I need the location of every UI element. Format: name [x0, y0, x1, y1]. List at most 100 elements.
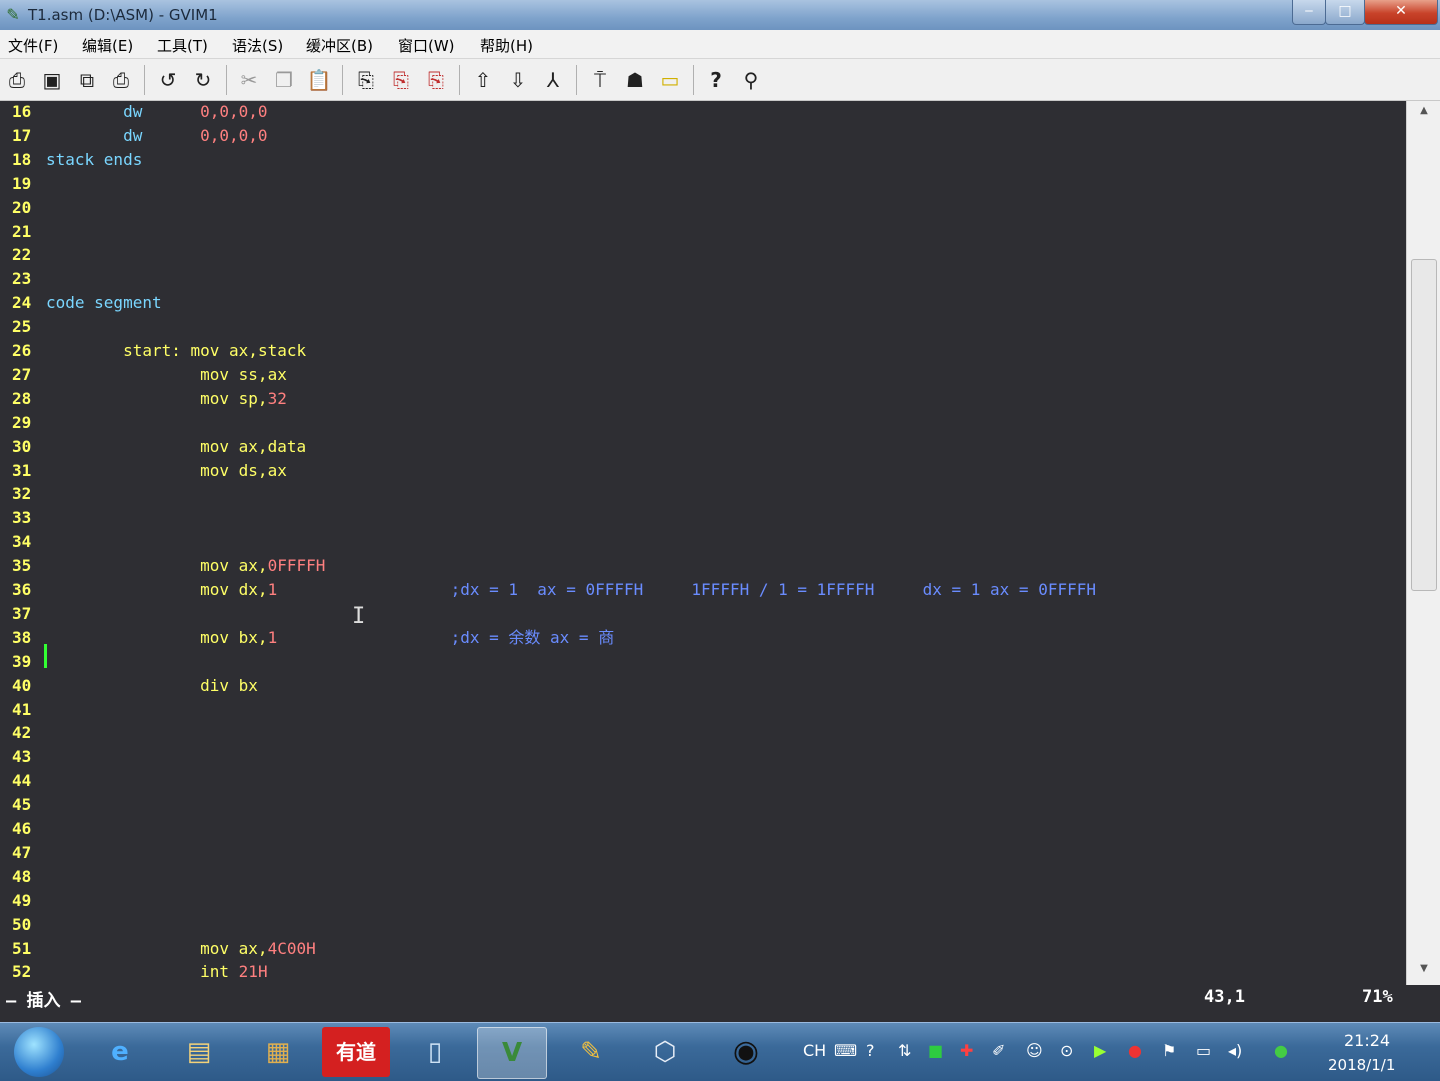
print-icon[interactable]: ⎙: [108, 67, 134, 93]
menu-tools[interactable]: 工具(T): [157, 35, 208, 56]
code-line[interactable]: 38 mov bx,1 ;dx = 余数 ax = 商: [0, 627, 1400, 651]
close-button[interactable]: ✕: [1364, 0, 1438, 25]
code-line[interactable]: 25: [0, 316, 1400, 340]
menu-edit[interactable]: 编辑(E): [82, 35, 133, 56]
vertical-scrollbar[interactable]: ▲ ▼: [1406, 101, 1440, 985]
redo-icon[interactable]: ↻: [190, 67, 216, 93]
code-line[interactable]: 28 mov sp,32: [0, 388, 1400, 412]
shell-icon[interactable]: ☗: [622, 67, 648, 93]
scroll-up-arrow-icon[interactable]: ▲: [1416, 105, 1432, 121]
play-tray-icon[interactable]: ▶: [1094, 1041, 1106, 1060]
code-line[interactable]: 37: [0, 603, 1400, 627]
code-text: mov sp,32: [46, 388, 287, 410]
gvim-icon[interactable]: V: [477, 1027, 547, 1079]
find-help-icon[interactable]: ⚲: [738, 67, 764, 93]
code-line[interactable]: 51 mov ax,4C00H: [0, 938, 1400, 962]
code-line[interactable]: 44: [0, 770, 1400, 794]
obs-icon[interactable]: ◉: [712, 1027, 780, 1077]
code-line[interactable]: 27 mov ss,ax: [0, 364, 1400, 388]
paste-icon[interactable]: 📋: [306, 67, 332, 93]
cut-icon[interactable]: ✂: [236, 67, 262, 93]
ctags-icon[interactable]: ▭: [657, 67, 683, 93]
language-indicator[interactable]: CH: [803, 1041, 826, 1060]
find-prev-icon[interactable]: ⎘: [423, 67, 449, 93]
update-tray-icon[interactable]: ⊙: [1060, 1041, 1073, 1060]
help-icon[interactable]: ?: [703, 67, 729, 93]
code-line[interactable]: 46: [0, 818, 1400, 842]
code-line[interactable]: 41: [0, 699, 1400, 723]
find-next-icon[interactable]: ⎘: [388, 67, 414, 93]
green-tray-icon[interactable]: ■: [928, 1041, 943, 1060]
menu-help[interactable]: 帮助(H): [480, 35, 533, 56]
code-line[interactable]: 24 code segment: [0, 292, 1400, 316]
code-line[interactable]: 42: [0, 722, 1400, 746]
internet-explorer-icon[interactable]: e: [86, 1027, 154, 1077]
menu-buffers[interactable]: 缓冲区(B): [306, 35, 373, 56]
save-icon[interactable]: ▣: [39, 67, 65, 93]
app-tray-icon[interactable]: ●: [1128, 1041, 1142, 1060]
menu-window[interactable]: 窗口(W): [398, 35, 455, 56]
wechat-tray-icon[interactable]: ●: [1274, 1041, 1288, 1060]
help-tray-icon[interactable]: ?: [866, 1041, 875, 1060]
volume-icon[interactable]: ◂): [1228, 1041, 1242, 1060]
clock-time[interactable]: 21:24: [1344, 1031, 1390, 1050]
file-explorer-icon[interactable]: ▤: [165, 1027, 233, 1077]
code-line[interactable]: 49: [0, 890, 1400, 914]
code-line[interactable]: 39: [0, 651, 1400, 675]
menu-file[interactable]: 文件(F): [8, 35, 58, 56]
scroll-thumb[interactable]: [1411, 259, 1437, 591]
people-tray-icon[interactable]: ☺: [1026, 1041, 1043, 1060]
keyboard-icon[interactable]: ⌨: [834, 1041, 857, 1060]
code-line[interactable]: 50: [0, 914, 1400, 938]
code-line[interactable]: 21: [0, 221, 1400, 245]
run-script-icon[interactable]: ⅄: [540, 67, 566, 93]
minimize-button[interactable]: ‒: [1292, 0, 1326, 25]
code-line[interactable]: 52 int 21H: [0, 961, 1400, 985]
code-line[interactable]: 36 mov dx,1 ;dx = 1 ax = 0FFFFH 1FFFFH /…: [0, 579, 1400, 603]
code-line[interactable]: 31 mov ds,ax: [0, 460, 1400, 484]
code-line[interactable]: 32: [0, 483, 1400, 507]
code-line[interactable]: 34: [0, 531, 1400, 555]
tool-tray-icon[interactable]: ✐: [992, 1041, 1005, 1060]
code-line[interactable]: 17 dw 0,0,0,0: [0, 125, 1400, 149]
editor-area[interactable]: 16 dw 0,0,0,0 17 dw 0,0,0,0 18 stack ends 19…: [0, 101, 1406, 985]
undo-icon[interactable]: ↺: [155, 67, 181, 93]
monitor-icon[interactable]: ▭: [1196, 1041, 1211, 1060]
network-tray-icon[interactable]: ⇅: [898, 1041, 911, 1060]
save-all-icon[interactable]: ⧉: [74, 67, 100, 93]
code-line[interactable]: 48: [0, 866, 1400, 890]
code-line[interactable]: 45: [0, 794, 1400, 818]
code-line[interactable]: 40 div bx: [0, 675, 1400, 699]
code-line[interactable]: 30 mov ax,data: [0, 436, 1400, 460]
load-session-icon[interactable]: ⇧: [470, 67, 496, 93]
code-line[interactable]: 33: [0, 507, 1400, 531]
flag-icon[interactable]: ⚑: [1162, 1041, 1176, 1060]
youdao-dict-icon[interactable]: 有道: [322, 1027, 390, 1077]
copy-icon[interactable]: ❐: [271, 67, 297, 93]
code-line[interactable]: 18 stack ends: [0, 149, 1400, 173]
paint-icon[interactable]: ✎: [557, 1027, 625, 1077]
find-replace-icon[interactable]: ⎘: [353, 67, 379, 93]
code-line[interactable]: 22: [0, 244, 1400, 268]
save-session-icon[interactable]: ⇩: [505, 67, 531, 93]
make-icon[interactable]: ⍑: [587, 67, 613, 93]
scroll-down-arrow-icon[interactable]: ▼: [1416, 963, 1432, 979]
code-line[interactable]: 29: [0, 412, 1400, 436]
code-line[interactable]: 47: [0, 842, 1400, 866]
archive-icon[interactable]: ▦: [244, 1027, 312, 1077]
code-line[interactable]: 35 mov ax,0FFFFH: [0, 555, 1400, 579]
code-line[interactable]: 20: [0, 197, 1400, 221]
antivirus-tray-icon[interactable]: ✚: [960, 1041, 973, 1060]
document-icon[interactable]: ▯: [401, 1027, 469, 1077]
maximize-button[interactable]: □: [1325, 0, 1365, 25]
open-icon[interactable]: ⎙: [4, 67, 30, 93]
clock-date[interactable]: 2018/1/1: [1328, 1056, 1395, 1074]
code-line[interactable]: 23: [0, 268, 1400, 292]
start-button[interactable]: [14, 1027, 64, 1077]
code-line[interactable]: 16 dw 0,0,0,0: [0, 101, 1400, 125]
virtualbox-icon[interactable]: ⬡: [631, 1027, 699, 1077]
code-line[interactable]: 26 start: mov ax,stack: [0, 340, 1400, 364]
menu-syntax[interactable]: 语法(S): [232, 35, 283, 56]
code-line[interactable]: 43: [0, 746, 1400, 770]
code-line[interactable]: 19: [0, 173, 1400, 197]
